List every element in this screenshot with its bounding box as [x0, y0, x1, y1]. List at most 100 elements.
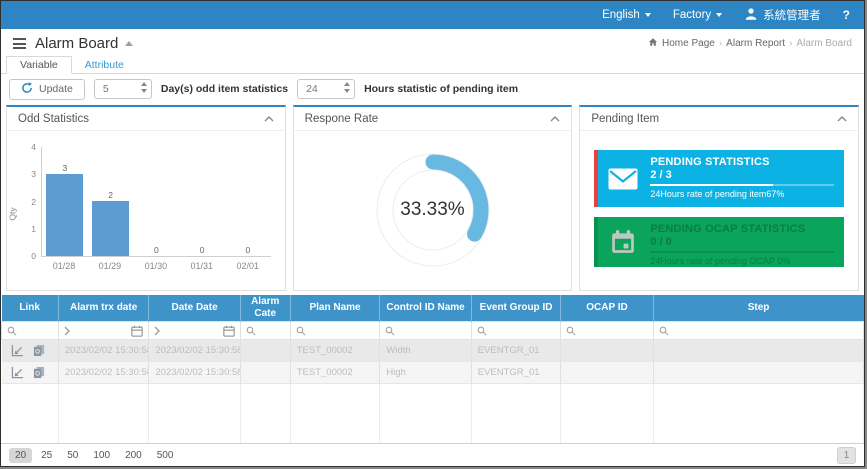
- column-header-date-date[interactable]: Date Date: [149, 295, 240, 322]
- filter-plan-name[interactable]: [290, 322, 380, 340]
- card-progress-fill: [650, 184, 773, 186]
- column-header-alarm-trx-date[interactable]: Alarm trx date: [58, 295, 149, 322]
- cell-date-date: 2023/02/02 15:30:58: [149, 362, 240, 384]
- breadcrumb: Home Page › Alarm Report › Alarm Board: [648, 37, 852, 50]
- search-icon: [7, 326, 17, 336]
- cell-alarm-trx-date: 2023/02/02 15:30:58: [58, 340, 149, 362]
- breadcrumb-current: Alarm Board: [796, 38, 852, 49]
- days-label: Day(s) odd item statistics: [161, 83, 288, 95]
- page-size-50[interactable]: 50: [61, 448, 84, 463]
- stepper-arrows-icon[interactable]: [344, 82, 350, 93]
- breadcrumb-separator: ›: [789, 38, 792, 49]
- page-size-200[interactable]: 200: [119, 448, 148, 463]
- cell-step: [653, 362, 863, 384]
- hours-stepper[interactable]: 24: [297, 79, 355, 99]
- x-axis-labels: 01/2801/2901/3001/3102/01: [41, 261, 271, 271]
- column-header-alarm-cate[interactable]: Alarm Cate: [240, 295, 290, 322]
- page-size-500[interactable]: 500: [151, 448, 180, 463]
- column-header-event-group-id[interactable]: Event Group ID: [471, 295, 561, 322]
- trend-chart-link-icon[interactable]: [11, 345, 24, 357]
- panel-title: Respone Rate: [305, 113, 379, 125]
- user-menu[interactable]: 系統管理者: [744, 7, 821, 24]
- hamburger-menu-icon[interactable]: [13, 38, 26, 49]
- cell-plan-name: TEST_00002: [290, 340, 380, 362]
- toolbar: Update 5 Day(s) odd item statistics 24 H…: [1, 74, 864, 104]
- user-name: 系統管理者: [763, 7, 821, 23]
- filter-alarm-trx-date[interactable]: [58, 322, 149, 340]
- calendar-icon: [598, 217, 648, 267]
- search-icon: [385, 326, 395, 336]
- filter-ocap-id[interactable]: [561, 322, 653, 340]
- breadcrumb-home[interactable]: Home Page: [662, 38, 715, 49]
- current-page-button[interactable]: 1: [837, 447, 856, 464]
- chevron-down-icon: [645, 13, 651, 17]
- panel-title: Pending Item: [591, 113, 659, 125]
- odd-statistics-bar-chart: Qty 01234 32000 01/2801/2901/3001/3102/0…: [7, 147, 285, 271]
- days-value: 5: [103, 83, 109, 95]
- filter-step[interactable]: [653, 322, 863, 340]
- card-progress-track: [650, 251, 834, 253]
- search-icon: [566, 326, 576, 336]
- dashboard-panels: Odd Statistics Qty 01234 32000 01/2801/2…: [1, 105, 864, 291]
- page-title: Alarm Board: [35, 35, 118, 52]
- page-size-20[interactable]: 20: [9, 448, 32, 463]
- column-header-step[interactable]: Step: [653, 295, 863, 322]
- tab-attribute[interactable]: Attribute: [72, 57, 137, 73]
- alarm-table: Link Alarm trx date Date Date Alarm Cate…: [1, 295, 864, 449]
- breadcrumb-alarm-report[interactable]: Alarm Report: [726, 38, 785, 49]
- cell-control-id-name: High: [380, 362, 471, 384]
- report-copy-link-icon[interactable]: [33, 344, 45, 357]
- cell-ocap-id: [561, 340, 653, 362]
- filter-link[interactable]: [2, 322, 59, 340]
- page-header: Alarm Board Home Page › Alarm Report › A…: [1, 33, 864, 54]
- report-copy-link-icon[interactable]: [33, 366, 45, 379]
- chevron-up-icon[interactable]: [837, 113, 847, 125]
- collapse-caret-icon[interactable]: [125, 41, 133, 46]
- language-menu[interactable]: English: [602, 9, 651, 21]
- panel-pending-item: Pending Item PENDING STATISTICS 2 / 3 24…: [579, 105, 859, 291]
- chevron-up-icon[interactable]: [264, 113, 274, 125]
- column-header-link[interactable]: Link: [2, 295, 59, 322]
- filter-alarm-cate[interactable]: [240, 322, 290, 340]
- tab-variable[interactable]: Variable: [6, 56, 72, 74]
- days-stepper[interactable]: 5: [94, 79, 152, 99]
- help-button[interactable]: ?: [843, 8, 850, 22]
- filter-control-id-name[interactable]: [380, 322, 471, 340]
- cell-alarm-trx-date: 2023/02/02 15:30:58: [58, 362, 149, 384]
- cell-step: [653, 340, 863, 362]
- update-label: Update: [39, 83, 73, 95]
- hours-value: 24: [306, 83, 318, 95]
- column-header-plan-name[interactable]: Plan Name: [290, 295, 380, 322]
- search-icon: [659, 326, 669, 336]
- card-progress-track: [650, 184, 834, 186]
- tab-bar: Variable Attribute: [1, 57, 864, 74]
- home-icon: [648, 37, 658, 50]
- search-icon: [246, 326, 256, 336]
- stepper-arrows-icon[interactable]: [141, 82, 147, 93]
- chevron-up-icon[interactable]: [550, 113, 560, 125]
- hours-label: Hours statistic of pending item: [364, 83, 518, 95]
- column-header-control-id-name[interactable]: Control ID Name: [380, 295, 471, 322]
- donut-percentage: 33.33%: [400, 199, 464, 221]
- trend-chart-link-icon[interactable]: [11, 367, 24, 379]
- calendar-icon: [131, 325, 143, 337]
- update-button[interactable]: Update: [9, 79, 85, 100]
- filter-date-date[interactable]: [149, 322, 240, 340]
- panel-odd-statistics: Odd Statistics Qty 01234 32000 01/2801/2…: [6, 105, 286, 291]
- calendar-icon: [223, 325, 235, 337]
- filter-event-group-id[interactable]: [471, 322, 561, 340]
- column-header-ocap-id[interactable]: OCAP ID: [561, 295, 653, 322]
- page-size-25[interactable]: 25: [35, 448, 58, 463]
- cell-event-group-id: EVENTGR_01: [471, 362, 561, 384]
- pending-statistics-card[interactable]: PENDING STATISTICS 2 / 3 24Hours rate of…: [594, 150, 844, 207]
- factory-label: Factory: [673, 9, 711, 21]
- page-size-100[interactable]: 100: [87, 448, 116, 463]
- language-label: English: [602, 9, 640, 21]
- cell-event-group-id: EVENTGR_01: [471, 340, 561, 362]
- factory-menu[interactable]: Factory: [673, 9, 722, 21]
- table-row: 2023/02/02 15:30:58 2023/02/02 15:30:58 …: [2, 362, 864, 384]
- pending-ocap-statistics-card[interactable]: PENDING OCAP STATISTICS 0 / 0 24Hours ra…: [594, 217, 844, 267]
- operator-icon: [64, 326, 70, 336]
- operator-icon: [154, 326, 160, 336]
- top-navbar: English Factory 系統管理者 ?: [1, 1, 864, 29]
